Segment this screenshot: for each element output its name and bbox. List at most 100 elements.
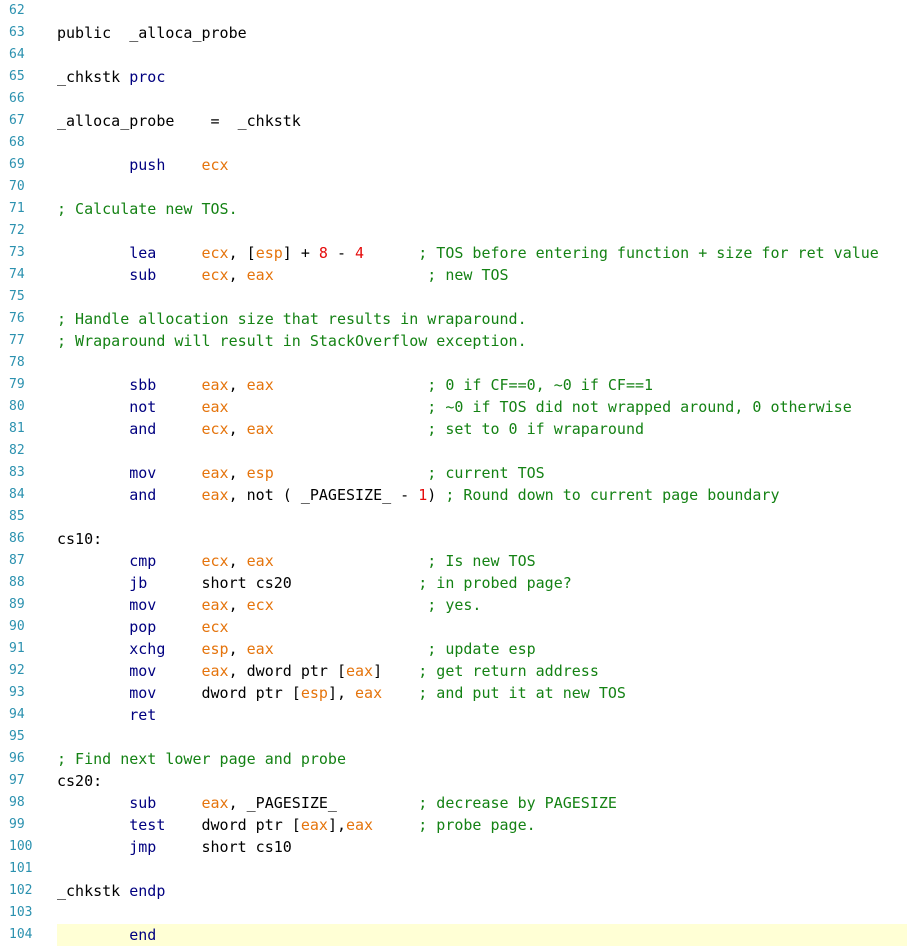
code-line[interactable]: 99 test dword ptr [eax],eax ; probe page…: [0, 814, 907, 836]
code-content[interactable]: cmp ecx, eax ; Is new TOS: [57, 550, 907, 572]
code-content[interactable]: _alloca_probe = _chkstk: [57, 110, 907, 132]
code-content[interactable]: cs20:: [57, 770, 907, 792]
code-line[interactable]: 76 ; Handle allocation size that results …: [0, 308, 907, 330]
code-content[interactable]: [57, 44, 907, 66]
code-content[interactable]: mov eax, ecx ; yes.: [57, 594, 907, 616]
code-content[interactable]: xchg esp, eax ; update esp: [57, 638, 907, 660]
code-line[interactable]: 85: [0, 506, 907, 528]
code-content[interactable]: _chkstk proc: [57, 66, 907, 88]
code-content[interactable]: [57, 176, 907, 198]
code-content[interactable]: [57, 220, 907, 242]
code-line[interactable]: 82: [0, 440, 907, 462]
code-content[interactable]: ; Handle allocation size that results in…: [57, 308, 907, 330]
code-content[interactable]: [57, 858, 907, 880]
code-line[interactable]: 79 sbb eax, eax ; 0 if CF==0, ~0 if CF==…: [0, 374, 907, 396]
code-line[interactable]: 72: [0, 220, 907, 242]
register-token: eax: [355, 684, 383, 702]
code-line[interactable]: 97 cs20:: [0, 770, 907, 792]
code-text: ,: [228, 640, 247, 658]
code-content[interactable]: cs10:: [57, 528, 907, 550]
code-content[interactable]: sbb eax, eax ; 0 if CF==0, ~0 if CF==1: [57, 374, 907, 396]
code-line[interactable]: 71 ; Calculate new TOS.: [0, 198, 907, 220]
code-line[interactable]: 95: [0, 726, 907, 748]
code-line[interactable]: 67 _alloca_probe = _chkstk: [0, 110, 907, 132]
code-content[interactable]: [57, 286, 907, 308]
code-content[interactable]: lea ecx, [esp] + 8 - 4 ; TOS before ente…: [57, 242, 907, 264]
code-line[interactable]: 65 _chkstk proc: [0, 66, 907, 88]
code-line[interactable]: 91 xchg esp, eax ; update esp: [0, 638, 907, 660]
line-number: 85: [9, 509, 25, 524]
code-content[interactable]: ; Wraparound will result in StackOverflo…: [57, 330, 907, 352]
code-content[interactable]: and ecx, eax ; set to 0 if wraparound: [57, 418, 907, 440]
keyword-token: end: [129, 926, 157, 944]
code-content[interactable]: mov dword ptr [esp], eax ; and put it at…: [57, 682, 907, 704]
code-line[interactable]: 92 mov eax, dword ptr [eax] ; get return…: [0, 660, 907, 682]
code-content[interactable]: [57, 132, 907, 154]
code-editor[interactable]: 62 63 public _alloca_probe 64 65 _chkstk proc…: [0, 0, 907, 946]
code-line[interactable]: 66: [0, 88, 907, 110]
code-line[interactable]: 83 mov eax, esp ; current TOS: [0, 462, 907, 484]
code-line[interactable]: 84 and eax, not ( _PAGESIZE_ - 1) ; Roun…: [0, 484, 907, 506]
code-line[interactable]: 62: [0, 0, 907, 22]
code-line[interactable]: 64: [0, 44, 907, 66]
code-line[interactable]: 88 jb short cs20 ; in probed page?: [0, 572, 907, 594]
code-line[interactable]: 86 cs10:: [0, 528, 907, 550]
code-line[interactable]: 81 and ecx, eax ; set to 0 if wraparound: [0, 418, 907, 440]
code-line[interactable]: 80 not eax ; ~0 if TOS did not wrapped a…: [0, 396, 907, 418]
code-content[interactable]: jmp short cs10: [57, 836, 907, 858]
code-content[interactable]: [57, 902, 907, 924]
code-content[interactable]: ret: [57, 704, 907, 726]
code-content[interactable]: pop ecx: [57, 616, 907, 638]
code-line[interactable]: 68: [0, 132, 907, 154]
code-line[interactable]: 78: [0, 352, 907, 374]
code-line[interactable]: 89 mov eax, ecx ; yes.: [0, 594, 907, 616]
code-line[interactable]: 75: [0, 286, 907, 308]
code-content[interactable]: mov eax, dword ptr [eax] ; get return ad…: [57, 660, 907, 682]
code-content[interactable]: _chkstk endp: [57, 880, 907, 902]
code-content[interactable]: mov eax, esp ; current TOS: [57, 462, 907, 484]
code-content[interactable]: [57, 352, 907, 374]
code-line[interactable]: 96 ; Find next lower page and probe: [0, 748, 907, 770]
code-lines[interactable]: 62 63 public _alloca_probe 64 65 _chkstk proc…: [0, 0, 907, 946]
code-content[interactable]: end: [57, 924, 907, 946]
code-line[interactable]: 103: [0, 902, 907, 924]
code-content[interactable]: not eax ; ~0 if TOS did not wrapped arou…: [57, 396, 907, 418]
code-line[interactable]: 77 ; Wraparound will result in StackOverf…: [0, 330, 907, 352]
code-content[interactable]: [57, 440, 907, 462]
code-line[interactable]: 98 sub eax, _PAGESIZE_ ; decrease by PAG…: [0, 792, 907, 814]
code-line[interactable]: 94 ret: [0, 704, 907, 726]
code-content[interactable]: [57, 88, 907, 110]
code-line[interactable]: 63 public _alloca_probe: [0, 22, 907, 44]
code-content[interactable]: public _alloca_probe: [57, 22, 907, 44]
code-content[interactable]: test dword ptr [eax],eax ; probe page.: [57, 814, 907, 836]
code-content[interactable]: ; Calculate new TOS.: [57, 198, 907, 220]
code-line[interactable]: 69 push ecx: [0, 154, 907, 176]
code-content[interactable]: push ecx: [57, 154, 907, 176]
code-content[interactable]: jb short cs20 ; in probed page?: [57, 572, 907, 594]
line-number: 83: [9, 465, 25, 480]
code-line[interactable]: 87 cmp ecx, eax ; Is new TOS: [0, 550, 907, 572]
code-line[interactable]: 102 _chkstk endp: [0, 880, 907, 902]
code-content[interactable]: [57, 506, 907, 528]
code-line[interactable]: 93 mov dword ptr [esp], eax ; and put it…: [0, 682, 907, 704]
code-line[interactable]: 90 pop ecx: [0, 616, 907, 638]
code-line-current[interactable]: 104 end: [0, 924, 907, 946]
code-content[interactable]: ; Find next lower page and probe: [57, 748, 907, 770]
code-content[interactable]: sub eax, _PAGESIZE_ ; decrease by PAGESI…: [57, 792, 907, 814]
code-line[interactable]: 74 sub ecx, eax ; new TOS: [0, 264, 907, 286]
code-content[interactable]: sub ecx, eax ; new TOS: [57, 264, 907, 286]
code-content[interactable]: [57, 726, 907, 748]
code-line[interactable]: 73 lea ecx, [esp] + 8 - 4 ; TOS before e…: [0, 242, 907, 264]
code-line[interactable]: 101: [0, 858, 907, 880]
code-content[interactable]: [57, 0, 907, 22]
code-line[interactable]: 100 jmp short cs10: [0, 836, 907, 858]
line-number: 72: [9, 223, 25, 238]
code-content[interactable]: and eax, not ( _PAGESIZE_ - 1) ; Round d…: [57, 484, 907, 506]
code-line[interactable]: 70: [0, 176, 907, 198]
